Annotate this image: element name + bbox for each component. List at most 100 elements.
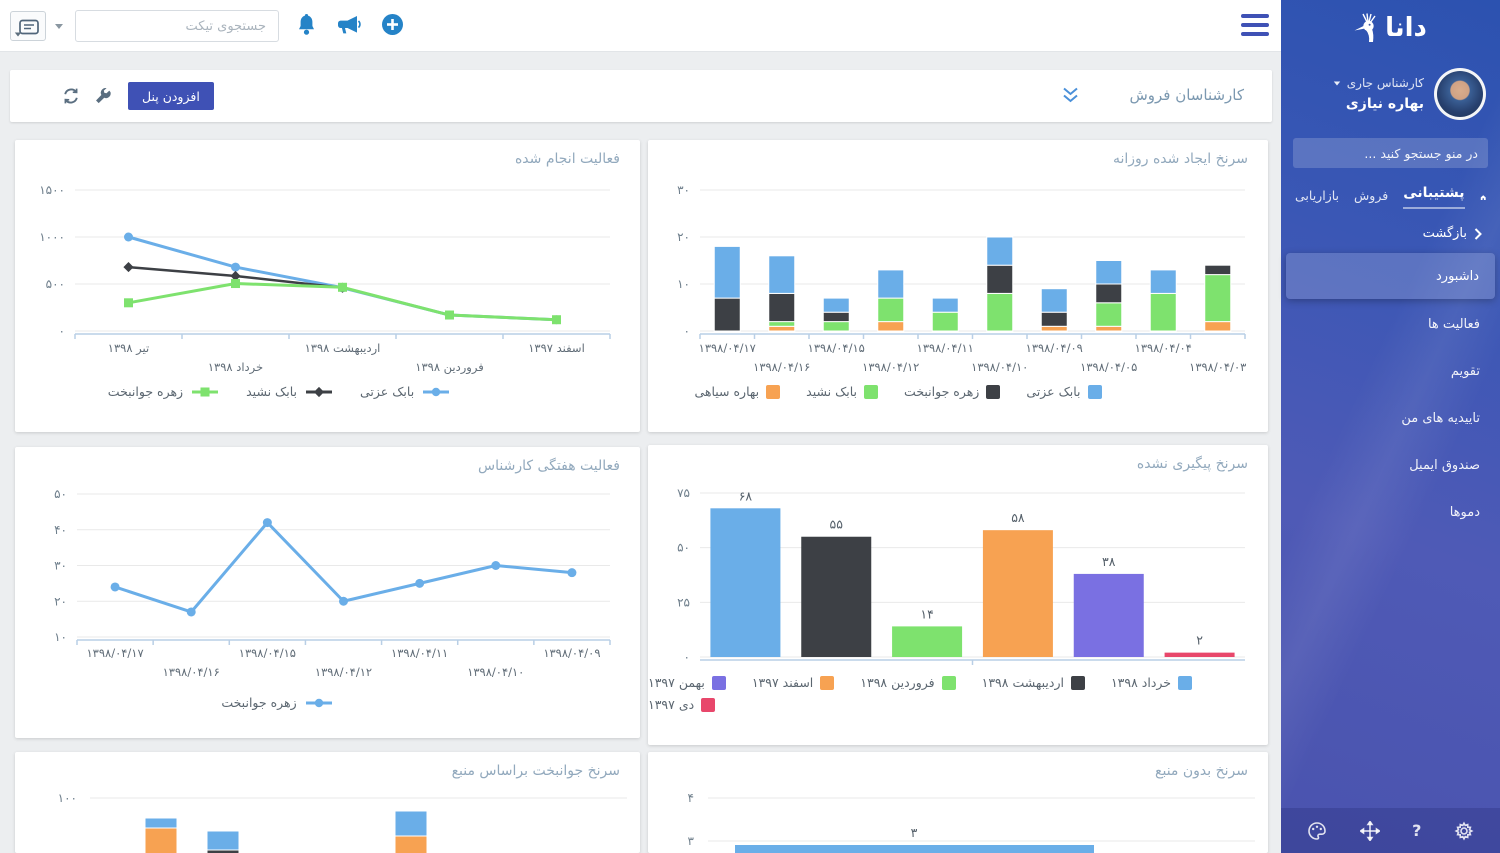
sidebar-item-label: تقویم — [1451, 364, 1480, 379]
legend-item[interactable]: زهره جوانبخت — [221, 695, 333, 710]
y-tick-label: ۴ — [688, 791, 694, 805]
chevron-right-icon — [1474, 228, 1482, 240]
y-tick-label: ۵۰ — [677, 541, 690, 555]
chart-card-4: سرنخ جوانبخت براساس منبع۱۰۰ — [15, 752, 640, 853]
caret-down-icon — [15, 33, 21, 37]
megaphone-icon[interactable] — [336, 15, 361, 39]
add-circle-icon[interactable] — [381, 13, 404, 40]
legend-label: فروردین ۱۳۹۸ — [860, 675, 934, 690]
sidebar-item-5[interactable]: دموها — [1281, 489, 1500, 536]
caret-down-icon[interactable] — [55, 24, 63, 29]
user-name: بهاره نیازی — [1295, 96, 1424, 112]
legend-label: زهره جوانبخت — [108, 384, 183, 399]
legend-label: بابک نشید — [806, 384, 857, 399]
y-tick-label: ۰ — [684, 324, 690, 338]
y-tick-label: ۳۰ — [54, 559, 67, 573]
menu-search-input[interactable] — [1293, 138, 1488, 168]
logo-text: دانا — [1385, 13, 1427, 43]
ticket-icon — [19, 19, 39, 35]
legend-item[interactable]: فروردین ۱۳۹۸ — [860, 675, 955, 690]
legend-swatch — [1071, 676, 1085, 690]
main-area: افزودن پنل کارشناسان فروش فعالیت انجام ش… — [0, 0, 1281, 853]
sidebar-item-2[interactable]: تقویم — [1281, 348, 1500, 395]
sidebar-item-1[interactable]: فعالیت ها — [1281, 301, 1500, 348]
legend-label: بابک عزتی — [360, 384, 414, 399]
wrench-icon[interactable] — [94, 87, 112, 109]
legend-item[interactable]: زهره جوانبخت — [108, 384, 220, 399]
refresh-icon[interactable] — [62, 87, 80, 109]
tab-sales[interactable]: فروش — [1354, 188, 1388, 207]
legend-item[interactable]: دی ۱۳۹۷ — [648, 697, 715, 712]
legend-line-marker — [304, 386, 334, 398]
x-tick-label: ۱۳۹۸/۰۴/۱۷ — [699, 341, 756, 355]
user-block: کارشناس جاری بهاره نیازی — [1281, 56, 1500, 120]
ticket-type-selector[interactable] — [10, 11, 46, 41]
palette-icon[interactable] — [1307, 821, 1327, 841]
chart-legend: دی ۱۳۹۷ — [648, 697, 1268, 712]
avatar[interactable] — [1434, 68, 1486, 120]
legend-label: بهاره سیاهی — [694, 384, 759, 399]
legend-item[interactable]: بابک نشید — [806, 384, 878, 399]
x-tick-label: ۱۳۹۸/۰۴/۱۱ — [391, 646, 448, 660]
help-icon[interactable]: ? — [1412, 821, 1421, 840]
legend-item[interactable]: بابک عزتی — [360, 384, 451, 399]
legend-item[interactable]: زهره جوانبخت — [904, 384, 1000, 399]
x-tick-label: ۱۳۹۸/۰۴/۱۲ — [315, 665, 372, 679]
y-tick-label: ۴۰ — [54, 523, 67, 537]
chart-legend: زهره جوانبخت — [15, 695, 590, 710]
x-tick-label: ۱۳۹۸/۰۴/۰۵ — [1080, 360, 1137, 374]
legend-line-marker — [190, 386, 220, 398]
bar-value-label: ۶۸ — [739, 488, 753, 503]
legend-item[interactable]: بابک نشید — [246, 384, 334, 399]
sidebar: دانا کارشناس جاری بهاره نیازی — [1281, 0, 1500, 853]
legend-label: اسفند ۱۳۹۷ — [752, 675, 813, 690]
home-icon[interactable] — [1480, 188, 1486, 207]
legend-label: اردیبهشت ۱۳۹۸ — [982, 675, 1064, 690]
caret-down-icon — [1334, 81, 1340, 85]
move-icon[interactable] — [1360, 821, 1380, 841]
x-tick-label: ۱۳۹۸/۰۴/۱۶ — [753, 360, 810, 374]
legend-label: بابک عزتی — [1026, 384, 1080, 399]
legend-item[interactable]: بهمن ۱۳۹۷ — [648, 675, 726, 690]
tab-support[interactable]: پشتیبانی — [1403, 185, 1464, 209]
x-tick-label: ۱۳۹۸/۰۴/۱۷ — [86, 646, 143, 660]
sidebar-item-0[interactable]: داشبورد — [1286, 253, 1495, 299]
sidebar-item-3[interactable]: تاییدیه های من — [1281, 395, 1500, 442]
legend-label: خرداد ۱۳۹۸ — [1111, 675, 1171, 690]
legend-item[interactable]: اردیبهشت ۱۳۹۸ — [982, 675, 1085, 690]
bell-icon[interactable] — [296, 13, 317, 41]
chart-canvas: ۴۳۳ — [648, 752, 1268, 853]
sidebar-item-4[interactable]: صندوق ایمیل — [1281, 442, 1500, 489]
chart-card-5: سرنخ بدون منبع۴۳۳ — [648, 752, 1268, 853]
x-tick-label: فروردین ۱۳۹۸ — [415, 360, 483, 375]
add-panel-button[interactable]: افزودن پنل — [128, 82, 214, 110]
app-logo[interactable]: دانا — [1281, 0, 1500, 56]
sidebar-item-label: دموها — [1450, 505, 1480, 520]
legend-swatch — [986, 385, 1000, 399]
legend-item[interactable]: بابک عزتی — [1026, 384, 1101, 399]
legend-label: زهره جوانبخت — [221, 695, 296, 710]
x-tick-label: اسفند ۱۳۹۷ — [528, 341, 585, 355]
bar-value-label: ۳۸ — [1102, 554, 1116, 569]
hamburger-menu-icon[interactable] — [1241, 14, 1269, 38]
tab-marketing[interactable]: بازاریابی — [1295, 188, 1339, 207]
sidebar-item-label: فعالیت ها — [1428, 317, 1480, 332]
legend-line-marker — [421, 386, 451, 398]
gear-icon[interactable] — [1454, 821, 1474, 841]
legend-item[interactable]: خرداد ۱۳۹۸ — [1111, 675, 1192, 690]
y-tick-label: ۰ — [684, 650, 690, 664]
current-expert-selector[interactable]: کارشناس جاری — [1295, 76, 1424, 90]
legend-swatch — [820, 676, 834, 690]
sidebar-item-back[interactable]: بازگشت — [1281, 214, 1500, 249]
x-tick-label: ۱۳۹۸/۰۴/۱۵ — [239, 646, 296, 660]
collapse-chevrons-icon[interactable] — [1062, 87, 1079, 107]
legend-item[interactable]: اسفند ۱۳۹۷ — [752, 675, 834, 690]
legend-label: زهره جوانبخت — [904, 384, 979, 399]
legend-item[interactable]: بهاره سیاهی — [694, 384, 780, 399]
sidebar-item-label: صندوق ایمیل — [1409, 458, 1480, 473]
legend-label: بابک نشید — [246, 384, 297, 399]
ticket-search-input[interactable] — [75, 10, 279, 42]
x-tick-label: ۱۳۹۸/۰۴/۱۲ — [862, 360, 919, 374]
legend-swatch — [1178, 676, 1192, 690]
x-tick-label: اردیبهشت ۱۳۹۸ — [305, 341, 381, 356]
